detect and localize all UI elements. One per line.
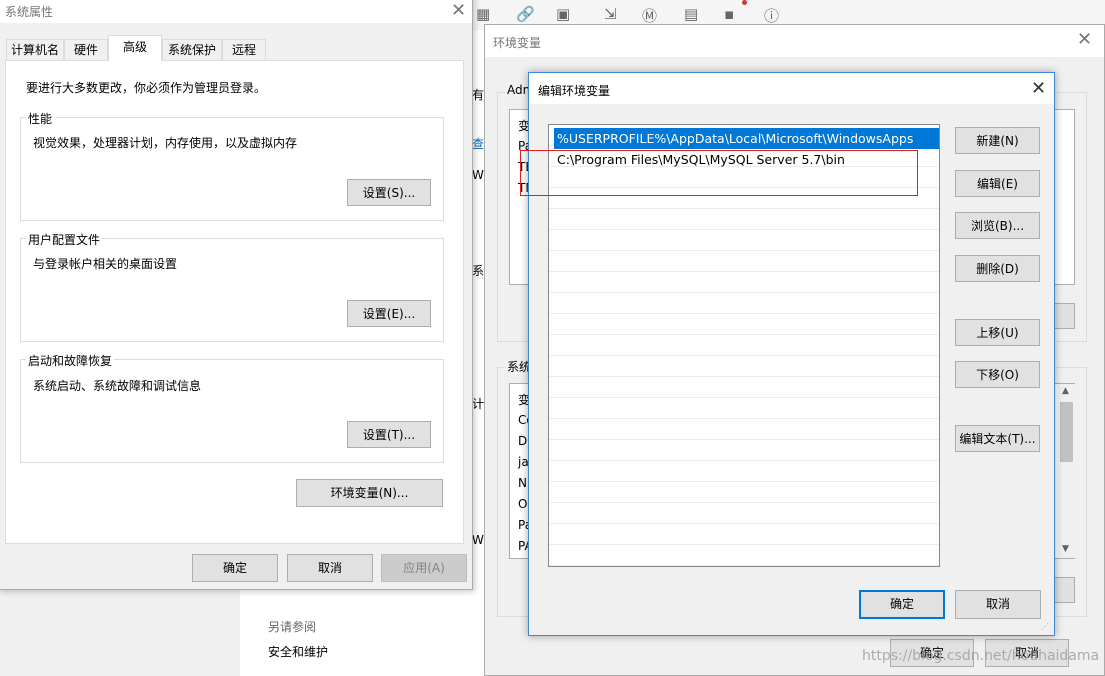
startup-recovery-description: 系统启动、系统故障和调试信息: [33, 379, 202, 393]
sysprop-ok-button[interactable]: 确定: [192, 554, 278, 582]
tab-system-protection[interactable]: 系统保护: [162, 39, 222, 60]
partial-label: 有: [472, 88, 485, 102]
sysprop-titlebar: 系统属性 ✕: [0, 0, 472, 23]
highlight-box: [520, 150, 918, 196]
env-vars-title: 环境变量: [493, 36, 542, 50]
list-item[interactable]: [549, 209, 939, 230]
ok-button[interactable]: 确定: [859, 590, 945, 619]
list-item[interactable]: [549, 335, 939, 356]
list-item[interactable]: [549, 419, 939, 440]
admin-notice: 要进行大多数更改，你必须作为管理员登录。: [26, 81, 267, 95]
list-item[interactable]: N: [518, 476, 527, 490]
user-profile-description: 与登录帐户相关的桌面设置: [33, 257, 178, 271]
move-up-button[interactable]: 上移(U): [955, 319, 1040, 346]
help-icon[interactable]: ⓘ: [764, 5, 779, 26]
see-also-label: 另请参阅: [268, 620, 317, 634]
resize-grip-icon[interactable]: ⋰: [1041, 622, 1049, 631]
advanced-tab-panel: 要进行大多数更改，你必须作为管理员登录。 性能 视觉效果，处理器计划，内存使用，…: [5, 60, 464, 544]
user-profile-title: 用户配置文件: [26, 231, 103, 248]
notification-dot: [742, 0, 747, 5]
path-entry-selected[interactable]: %USERPROFILE%\AppData\Local\Microsoft\Wi…: [554, 128, 939, 149]
close-icon[interactable]: ✕: [451, 2, 466, 20]
list-item[interactable]: [549, 293, 939, 314]
performance-description: 视觉效果，处理器计划，内存使用，以及虚拟内存: [33, 136, 298, 150]
scroll-up-icon[interactable]: ▲: [1062, 386, 1069, 396]
tab-remote[interactable]: 远程: [222, 39, 266, 60]
move-down-button[interactable]: 下移(O): [955, 361, 1040, 388]
environment-variables-button[interactable]: 环境变量(N)...: [296, 479, 443, 507]
performance-settings-button[interactable]: 设置(S)...: [347, 179, 431, 206]
startup-recovery-settings-button[interactable]: 设置(T)...: [347, 421, 431, 448]
save-icon[interactable]: ▪: [724, 5, 734, 23]
tab-hardware[interactable]: 硬件: [64, 39, 108, 60]
table-icon[interactable]: ▦: [476, 5, 490, 23]
edit-text-button[interactable]: 编辑文本(T)...: [955, 425, 1040, 452]
tab-computer-name[interactable]: 计算机名: [6, 39, 64, 60]
list-item[interactable]: [549, 230, 939, 251]
delete-button[interactable]: 删除(D): [955, 255, 1040, 282]
scrollbar[interactable]: ▲ ▼: [1058, 384, 1075, 558]
env-vars-titlebar: 环境变量 ✕: [485, 25, 1104, 57]
list-item[interactable]: [549, 398, 939, 419]
scroll-thumb[interactable]: [1060, 402, 1073, 462]
security-link[interactable]: 安全和维护: [268, 643, 328, 660]
close-icon[interactable]: ✕: [1077, 31, 1092, 49]
list-item[interactable]: [549, 314, 939, 335]
edit-env-title: 编辑环境变量: [538, 84, 611, 98]
import-icon[interactable]: ⇲: [604, 5, 617, 23]
scroll-down-icon[interactable]: ▼: [1062, 544, 1069, 554]
path-entry-text: %USERPROFILE%\AppData\Local\Microsoft\Wi…: [557, 131, 914, 146]
list-item[interactable]: [549, 503, 939, 524]
user-profile-settings-button[interactable]: 设置(E)...: [347, 300, 431, 327]
sysprop-apply-button[interactable]: 应用(A): [381, 554, 467, 582]
sysprop-title: 系统属性: [5, 5, 54, 19]
list-item[interactable]: [549, 524, 939, 545]
new-button[interactable]: 新建(N): [955, 127, 1040, 154]
list-item[interactable]: [549, 356, 939, 377]
edit-button[interactable]: 编辑(E): [955, 170, 1040, 197]
list-item[interactable]: [549, 251, 939, 272]
list-item[interactable]: [549, 482, 939, 503]
link-icon[interactable]: 🔗: [516, 5, 535, 23]
watermark: https://blog.csdn.net/houhaidama: [862, 648, 1100, 664]
system-properties-window: 系统属性 ✕ 计算机名 硬件 高级 系统保护 远程 要进行大多数更改，你必须作为…: [0, 0, 473, 590]
list-item[interactable]: O: [518, 497, 527, 511]
list-item[interactable]: [549, 461, 939, 482]
list-item[interactable]: [549, 545, 939, 566]
sysprop-cancel-button[interactable]: 取消: [287, 554, 373, 582]
close-icon[interactable]: ✕: [1031, 80, 1046, 98]
cancel-button[interactable]: 取消: [955, 590, 1041, 619]
edit-env-titlebar: 编辑环境变量 ✕: [529, 73, 1054, 104]
list-item[interactable]: [549, 272, 939, 293]
book-icon[interactable]: ▤: [684, 5, 698, 23]
performance-title: 性能: [26, 110, 55, 127]
browse-button[interactable]: 浏览(B)...: [955, 212, 1040, 239]
image-icon[interactable]: ▣: [556, 5, 570, 23]
list-item[interactable]: [549, 440, 939, 461]
startup-recovery-title: 启动和故障恢复: [26, 352, 115, 369]
markdown-icon[interactable]: Ⓜ: [642, 5, 657, 26]
tab-advanced[interactable]: 高级: [108, 35, 162, 61]
list-item[interactable]: [549, 377, 939, 398]
